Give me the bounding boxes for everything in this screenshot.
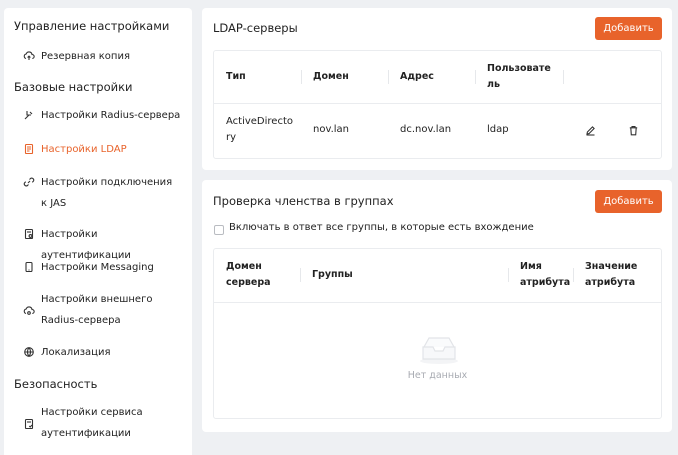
empty-state: Нет данных <box>214 304 661 418</box>
edit-icon[interactable] <box>585 125 596 136</box>
sidebar-item-label: Настройки Messaging <box>41 262 154 273</box>
empty-text: Нет данных <box>407 370 468 381</box>
add-group-button[interactable]: Добавить <box>595 190 662 213</box>
include-all-groups-checkbox[interactable] <box>214 225 224 235</box>
ldap-servers-title: LDAP-серверы <box>213 21 298 35</box>
sidebar-item-label: Настройки внешнего Radius-сервера <box>41 294 153 326</box>
sidebar-section-settings-management: Управление настройками <box>14 19 170 33</box>
table-row: ActiveDirectory nov.lan dc.nov.lan ldap <box>214 105 661 158</box>
empty-inbox-icon <box>418 335 460 365</box>
radius-icon <box>23 109 35 121</box>
column-divider <box>573 268 574 282</box>
group-membership-card: Проверка членства в группах Добавить Вкл… <box>202 180 672 432</box>
sidebar-item-auth-service[interactable]: Настройки сервиса аутентификации <box>4 402 192 444</box>
link-icon <box>23 176 35 188</box>
auth-icon <box>23 228 35 240</box>
column-divider <box>300 268 301 282</box>
sidebar-item-backup[interactable]: Резервная копия <box>4 46 192 67</box>
column-divider <box>563 70 564 84</box>
backup-icon <box>23 50 35 62</box>
column-divider <box>388 70 389 84</box>
auth-service-icon <box>23 418 35 430</box>
include-all-groups-label: Включать в ответ все группы, в которые е… <box>229 222 534 233</box>
globe-icon <box>23 346 35 358</box>
sidebar-section-basic-settings: Базовые настройки <box>14 80 133 94</box>
sidebar-item-ldap[interactable]: Настройки LDAP <box>4 139 192 160</box>
column-divider <box>508 268 509 282</box>
column-server-domain: Домен сервера <box>226 261 271 288</box>
table-header: Тип Домен Адрес Пользователь <box>214 51 661 104</box>
cell-type: ActiveDirectory <box>226 116 293 143</box>
sidebar: Управление настройками Резервная копия Б… <box>4 8 192 455</box>
messaging-icon <box>23 261 35 273</box>
sidebar-item-external-radius[interactable]: Настройки внешнего Radius-сервера <box>4 289 192 331</box>
table-header: Домен сервера Группы Имя атрибута Значен… <box>214 249 661 303</box>
cell-address: dc.nov.lan <box>400 124 452 135</box>
sidebar-item-label: Настройки LDAP <box>41 144 127 155</box>
group-membership-title: Проверка членства в группах <box>213 194 394 208</box>
cell-domain: nov.lan <box>313 124 350 135</box>
sidebar-item-label: Настройки сервиса аутентификации <box>41 407 143 439</box>
delete-icon[interactable] <box>628 125 639 136</box>
sidebar-item-label: Настройки Radius-сервера <box>41 110 181 121</box>
column-address: Адрес <box>400 71 434 82</box>
sidebar-item-label: Локализация <box>41 347 111 358</box>
column-domain: Домен <box>313 71 349 82</box>
ldap-icon <box>23 143 35 155</box>
column-user: Пользователь <box>487 63 551 90</box>
column-groups: Группы <box>312 269 353 280</box>
column-attribute-value: Значение атрибута <box>585 261 638 288</box>
external-radius-icon <box>23 305 35 317</box>
ldap-servers-table: Тип Домен Адрес Пользователь ActiveDirec… <box>213 50 662 159</box>
sidebar-item-radius[interactable]: Настройки Radius-сервера <box>4 105 192 126</box>
sidebar-section-security: Безопасность <box>14 377 98 391</box>
sidebar-item-label: Настройки подключения к JAS <box>41 177 173 209</box>
add-ldap-server-button[interactable]: Добавить <box>595 17 662 40</box>
group-membership-table: Домен сервера Группы Имя атрибута Значен… <box>213 248 662 419</box>
column-divider <box>301 70 302 84</box>
column-type: Тип <box>226 71 246 82</box>
sidebar-item-localization[interactable]: Локализация <box>4 342 192 363</box>
column-attribute-name: Имя атрибута <box>520 261 571 288</box>
sidebar-item-messaging[interactable]: Настройки Messaging <box>4 257 192 278</box>
ldap-servers-card: LDAP-серверы Добавить Тип Домен Адрес По… <box>202 8 672 170</box>
sidebar-item-jas[interactable]: Настройки подключения к JAS <box>4 172 192 214</box>
cell-user: ldap <box>487 124 509 135</box>
sidebar-item-label: Резервная копия <box>41 51 130 62</box>
column-divider <box>475 70 476 84</box>
